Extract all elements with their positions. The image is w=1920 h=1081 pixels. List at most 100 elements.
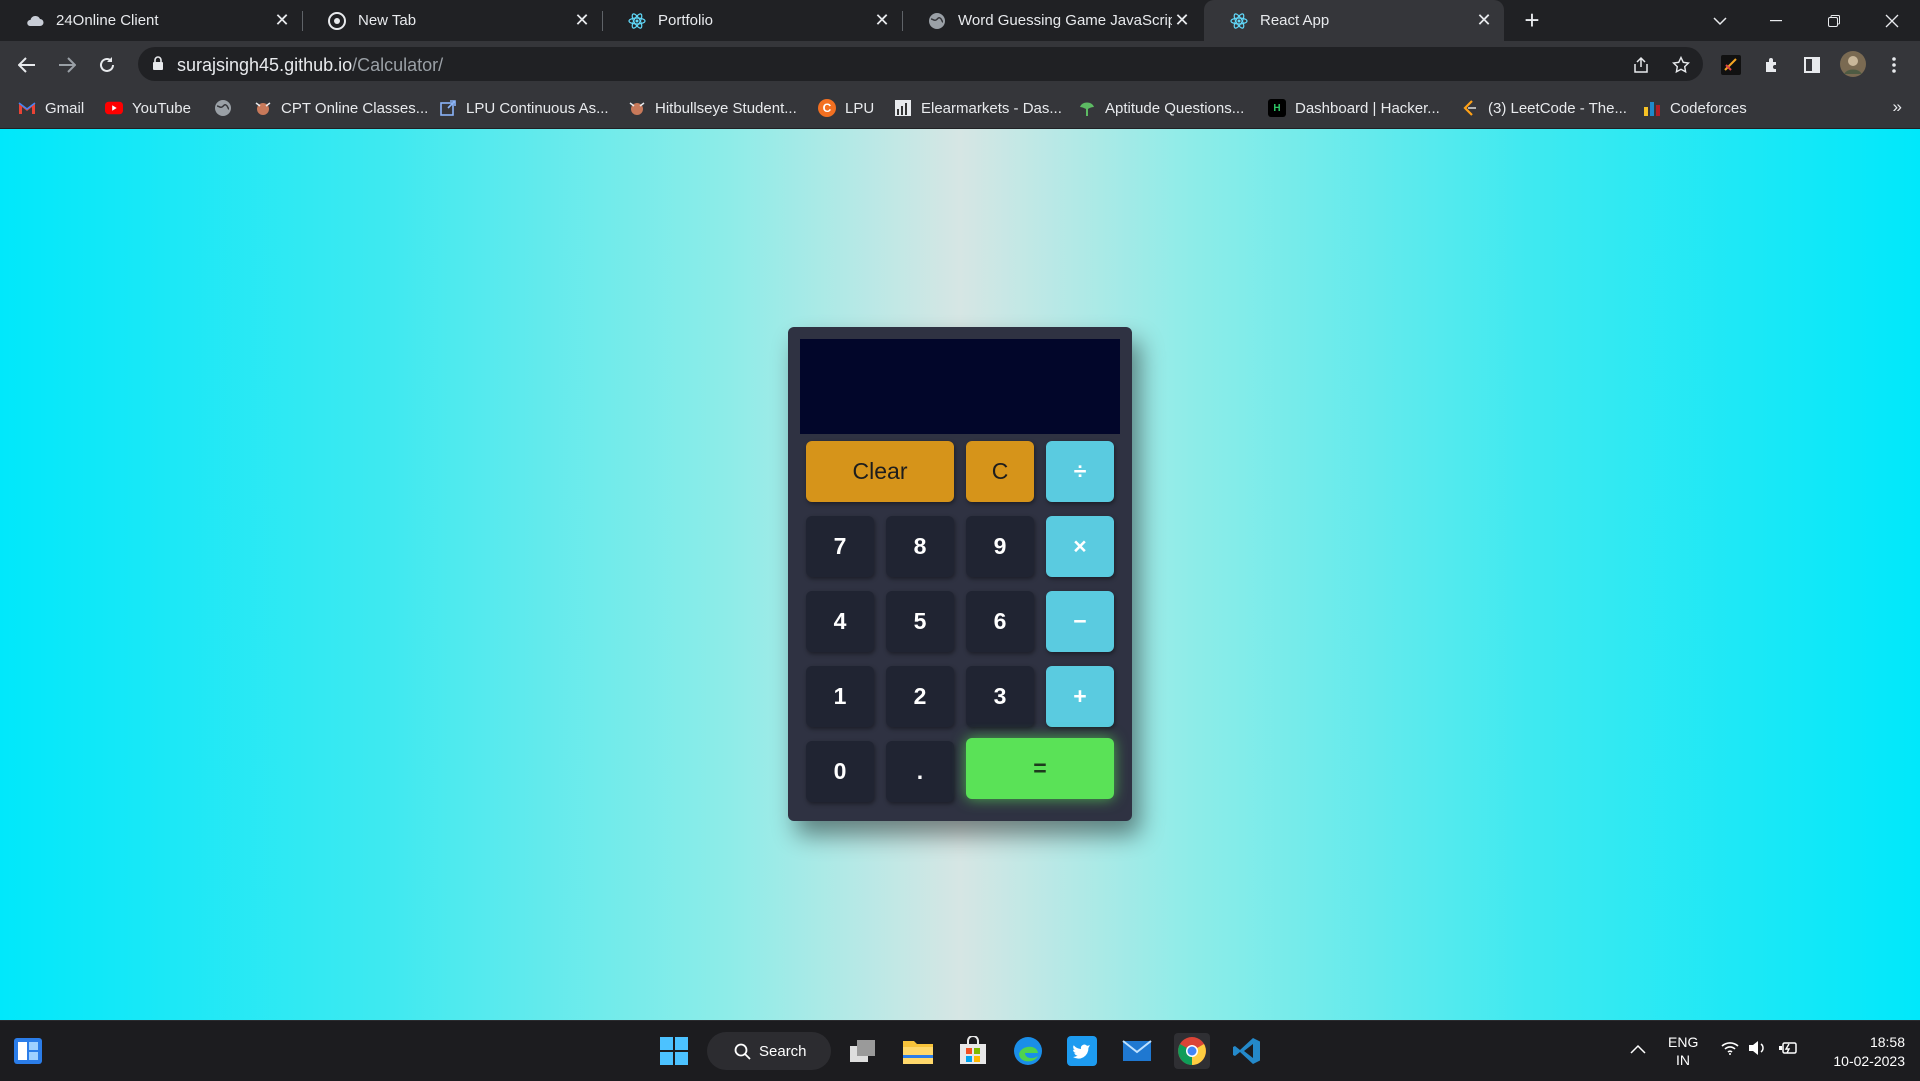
clock[interactable]: 18:58 10-02-2023 xyxy=(1815,1033,1905,1071)
tab-word-guessing[interactable]: Word Guessing Game JavaScript ✕ xyxy=(902,0,1202,41)
divide-button[interactable]: ÷ xyxy=(1046,441,1114,502)
close-icon[interactable]: ✕ xyxy=(1474,10,1494,31)
youtube-icon xyxy=(105,99,123,117)
widgets-icon[interactable] xyxy=(10,1033,46,1069)
backspace-button[interactable]: C xyxy=(966,441,1034,502)
back-button[interactable] xyxy=(11,49,43,81)
extensions-icon[interactable] xyxy=(1761,54,1783,76)
close-window-button[interactable] xyxy=(1864,0,1920,41)
globe-icon xyxy=(214,99,232,117)
bookmark-label: Elearmarkets - Das... xyxy=(921,99,1062,117)
tab-new-tab[interactable]: New Tab ✕ xyxy=(302,0,602,41)
tab-react-app[interactable]: React App ✕ xyxy=(1204,0,1504,41)
battery-icon[interactable] xyxy=(1778,1040,1798,1059)
bookmark-cpt[interactable]: CPT Online Classes... xyxy=(254,97,428,119)
leaf-icon xyxy=(1078,99,1096,117)
address-bar[interactable]: surajsingh45.github.io/Calculator/ xyxy=(138,47,1703,81)
arrow-right-icon xyxy=(59,57,76,73)
digit-7-button[interactable]: 7 xyxy=(806,516,874,577)
chrome-icon[interactable] xyxy=(1174,1033,1210,1069)
task-view-icon[interactable] xyxy=(845,1033,881,1069)
bookmark-hitbullseye[interactable]: Hitbullseye Student... xyxy=(628,97,797,119)
decimal-button[interactable]: . xyxy=(886,741,954,802)
bookmark-hackerrank[interactable]: H Dashboard | Hacker... xyxy=(1268,97,1440,119)
equals-button[interactable]: = xyxy=(966,738,1114,799)
bookmark-label: Aptitude Questions... xyxy=(1105,99,1245,117)
restore-button[interactable] xyxy=(1806,0,1862,41)
language-code: ENG xyxy=(1668,1034,1699,1050)
tab-title: React App xyxy=(1260,12,1330,29)
chrome-icon xyxy=(328,11,346,30)
close-icon[interactable]: ✕ xyxy=(872,10,892,31)
region-code: IN xyxy=(1676,1052,1690,1068)
bull-icon xyxy=(254,99,272,117)
chart-icon xyxy=(894,99,912,117)
digit-0-button[interactable]: 0 xyxy=(806,741,874,802)
vscode-icon[interactable] xyxy=(1229,1033,1265,1069)
share-icon[interactable] xyxy=(1631,55,1651,75)
star-icon[interactable] xyxy=(1671,55,1691,75)
new-tab-button[interactable]: + xyxy=(1520,5,1544,35)
wifi-icon[interactable] xyxy=(1721,1041,1739,1058)
multiply-button[interactable]: × xyxy=(1046,516,1114,577)
speaker-icon[interactable] xyxy=(1748,1040,1766,1059)
side-panel-icon[interactable] xyxy=(1801,54,1823,76)
chevron-down-icon xyxy=(1713,16,1727,25)
bookmark-elearnmarkets[interactable]: Elearmarkets - Das... xyxy=(894,97,1062,119)
add-button[interactable]: + xyxy=(1046,666,1114,727)
tab-portfolio[interactable]: Portfolio ✕ xyxy=(602,0,902,41)
bookmark-lpu-ca[interactable]: LPU Continuous As... xyxy=(439,97,609,119)
lock-icon[interactable] xyxy=(152,56,164,76)
mail-icon[interactable] xyxy=(1119,1033,1155,1069)
bookmark-label: Gmail xyxy=(45,99,85,117)
close-icon[interactable]: ✕ xyxy=(1172,10,1192,31)
leetcode-icon xyxy=(1461,99,1479,117)
edge-icon[interactable] xyxy=(1010,1033,1046,1069)
digit-1-button[interactable]: 1 xyxy=(806,666,874,727)
close-icon[interactable]: ✕ xyxy=(572,10,592,31)
bookmark-label: CPT Online Classes... xyxy=(281,99,429,117)
kebab-menu-icon[interactable] xyxy=(1883,54,1905,76)
minimize-button[interactable] xyxy=(1748,0,1804,41)
digit-9-button[interactable]: 9 xyxy=(966,516,1034,577)
bookmark-aptitude[interactable]: Aptitude Questions... xyxy=(1078,97,1244,119)
gmail-icon xyxy=(18,99,36,117)
tab-search-button[interactable] xyxy=(1692,0,1748,41)
digit-4-button[interactable]: 4 xyxy=(806,591,874,652)
bookmark-label: LPU Continuous As... xyxy=(466,99,609,117)
reload-button[interactable] xyxy=(91,49,123,81)
taskbar: Search ENG IN 18:58 10-02-2023 xyxy=(0,1020,1920,1081)
extension-pen-icon[interactable] xyxy=(1720,54,1742,76)
bookmark-codeforces[interactable]: Codeforces xyxy=(1643,97,1747,119)
taskbar-search-button[interactable]: Search xyxy=(707,1032,831,1070)
tab-24online[interactable]: 24Online Client ✕ xyxy=(0,0,302,41)
bookmark-leetcode[interactable]: (3) LeetCode - The... xyxy=(1461,97,1627,119)
bookmarks-overflow-button[interactable]: » xyxy=(1893,97,1902,117)
digit-2-button[interactable]: 2 xyxy=(886,666,954,727)
chevron-up-icon[interactable] xyxy=(1630,1041,1646,1057)
bookmark-label: Codeforces xyxy=(1670,99,1747,117)
react-icon xyxy=(628,12,646,30)
digit-8-button[interactable]: 8 xyxy=(886,516,954,577)
digit-3-button[interactable]: 3 xyxy=(966,666,1034,727)
file-explorer-icon[interactable] xyxy=(900,1033,936,1069)
clear-button[interactable]: Clear xyxy=(806,441,954,502)
microsoft-store-icon[interactable] xyxy=(955,1033,991,1069)
bookmark-youtube[interactable]: YouTube xyxy=(105,97,191,119)
bookmark-gmail[interactable]: Gmail xyxy=(18,97,84,119)
digit-5-button[interactable]: 5 xyxy=(886,591,954,652)
bookmark-lpu[interactable]: C LPU xyxy=(818,97,874,119)
bookmark-globe[interactable] xyxy=(214,97,241,119)
clock-time: 18:58 xyxy=(1869,1034,1905,1050)
close-icon[interactable]: ✕ xyxy=(272,10,292,31)
avatar[interactable] xyxy=(1840,51,1866,77)
subtract-button[interactable]: − xyxy=(1046,591,1114,652)
calculator-display xyxy=(800,339,1120,434)
twitter-icon[interactable] xyxy=(1064,1033,1100,1069)
globe-icon xyxy=(928,12,946,30)
digit-6-button[interactable]: 6 xyxy=(966,591,1034,652)
start-button[interactable] xyxy=(656,1033,692,1069)
bull-icon xyxy=(628,99,646,117)
language-indicator[interactable]: ENG IN xyxy=(1668,1033,1698,1069)
forward-button[interactable] xyxy=(51,49,83,81)
